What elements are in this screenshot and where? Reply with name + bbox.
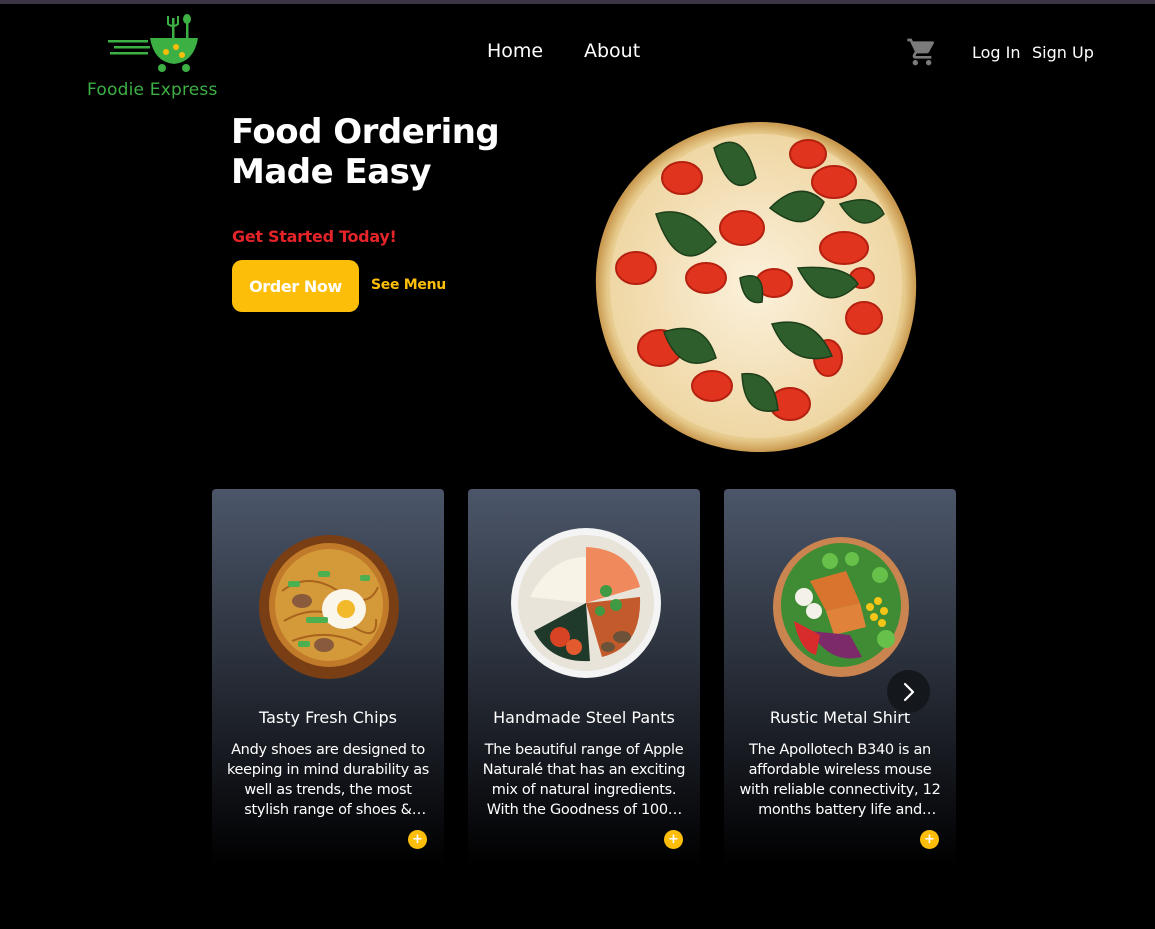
add-to-cart-button[interactable]: +	[920, 830, 939, 849]
hero-title: Food Ordering Made Easy	[231, 112, 500, 192]
food-card[interactable]: Handmade Steel Pants The beautiful range…	[468, 489, 700, 865]
nav-home-link[interactable]: Home	[487, 40, 543, 62]
order-now-button[interactable]: Order Now	[232, 260, 359, 312]
cart-icon[interactable]	[906, 36, 938, 68]
signup-link[interactable]: Sign Up	[1032, 43, 1094, 62]
add-to-cart-button[interactable]: +	[408, 830, 427, 849]
add-to-cart-button[interactable]: +	[664, 830, 683, 849]
see-menu-link[interactable]: See Menu	[371, 277, 446, 293]
window-top-border	[0, 0, 1155, 4]
nav-about-link[interactable]: About	[584, 40, 640, 62]
hero-subtitle: Get Started Today!	[232, 227, 397, 246]
salad-bowl-image	[770, 531, 912, 681]
card-description: The beautiful range of Apple Naturalé th…	[482, 742, 686, 818]
ramen-bowl-image	[258, 531, 400, 681]
card-description: Andy shoes are designed to keeping in mi…	[226, 742, 430, 818]
card-title: Handmade Steel Pants	[493, 708, 675, 727]
card-title: Rustic Metal Shirt	[769, 708, 911, 727]
login-link[interactable]: Log In	[972, 43, 1021, 62]
food-card[interactable]: Tasty Fresh Chips Andy shoes are designe…	[212, 489, 444, 865]
chevron-right-icon	[903, 682, 915, 702]
poke-bowl-image	[511, 528, 661, 681]
delivery-bowl-icon	[108, 14, 198, 72]
brand-name: Foodie Express	[87, 80, 218, 100]
card-title: Tasty Fresh Chips	[258, 708, 397, 727]
card-description: The Apollotech B340 is an affordable wir…	[739, 742, 941, 818]
hero-pizza-image	[594, 118, 920, 454]
brand-logo[interactable]: Foodie Express	[86, 12, 226, 100]
carousel-next-button[interactable]	[887, 670, 930, 713]
